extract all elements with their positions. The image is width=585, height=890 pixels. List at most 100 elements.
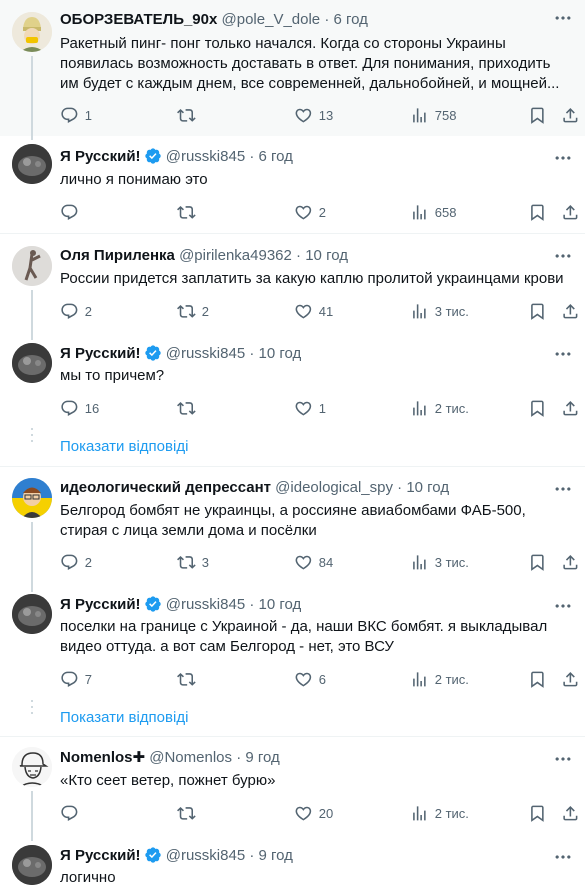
thread-dots [31,700,33,718]
views-button[interactable]: 2 тис. [410,398,469,418]
share-button[interactable] [561,552,580,572]
avatar-russki[interactable] [12,594,52,634]
like-button[interactable]: 41 [294,301,333,321]
avatar-image [12,747,52,787]
reply-button[interactable]: 7 [60,669,92,689]
avatar-russki[interactable] [12,144,52,184]
timestamp[interactable]: 6 год [334,11,368,28]
views-button[interactable]: 758 [410,105,456,125]
reply-button[interactable]: 1 [60,105,92,125]
user-handle[interactable]: @russki845 [166,148,245,165]
avatar-nomenlos[interactable] [12,747,52,787]
tweet-text: поселки на границе с Украиной - да, наши… [60,618,548,655]
retweet-button[interactable] [177,669,202,689]
user-handle[interactable]: @russki845 [166,847,245,864]
verified-badge-icon [144,344,162,362]
like-icon [294,203,313,222]
user-handle[interactable]: @russki845 [166,345,245,362]
reply-button[interactable]: 2 [60,552,92,572]
views-button[interactable]: 3 тис. [410,301,469,321]
show-replies-link[interactable]: Показати відповіді [60,437,188,457]
views-button[interactable]: 3 тис. [410,552,469,572]
views-button[interactable]: 2 тис. [410,803,469,823]
avatar-russki[interactable] [12,343,52,383]
avatar-pirilenka[interactable] [12,246,52,286]
share-button[interactable] [561,803,580,823]
user-handle[interactable]: @pole_V_dole [222,11,321,28]
user-handle[interactable]: @ideological_spy [275,479,393,496]
timestamp[interactable]: 10 год [259,345,302,362]
tweet-7-header: Я Русский! @russki845 · 9 год [60,846,293,866]
share-button[interactable] [561,301,580,321]
share-button[interactable] [561,398,580,418]
more-icon[interactable] [553,344,573,364]
more-icon[interactable] [553,8,573,28]
bookmark-button[interactable] [528,669,547,689]
bookmark-button[interactable] [528,202,547,222]
retweet-button[interactable]: 2 [177,301,209,321]
show-replies-link[interactable]: Показати відповіді [60,708,188,728]
avatar-ideological[interactable] [12,478,52,518]
more-icon[interactable] [553,749,573,769]
timestamp[interactable]: 10 год [406,479,449,496]
like-button[interactable]: 2 [294,202,326,222]
share-button[interactable] [561,669,580,689]
bookmark-button[interactable] [528,105,547,125]
like-button[interactable]: 84 [294,552,333,572]
display-name[interactable]: Я Русский! [60,148,141,165]
user-handle[interactable]: @pirilenka49362 [179,247,292,264]
user-handle[interactable]: @Nomenlos [149,749,232,766]
display-name[interactable]: Я Русский! [60,847,141,864]
display-name[interactable]: Nomenlos✚ [60,749,145,766]
like-button[interactable]: 6 [294,669,326,689]
avatar-russki[interactable] [12,845,52,885]
timestamp[interactable]: 10 год [305,247,348,264]
display-name[interactable]: Я Русский! [60,345,141,362]
reply-button[interactable] [60,803,85,823]
more-icon[interactable] [553,596,573,616]
bookmark-icon [528,553,547,572]
display-name[interactable]: Оля Пириленка [60,247,175,264]
avatar-image [12,144,52,184]
more-icon[interactable] [553,148,573,168]
timestamp[interactable]: 9 год [259,847,293,864]
reply-button[interactable]: 2 [60,301,92,321]
retweet-button[interactable] [177,202,202,222]
retweet-button[interactable] [177,803,202,823]
views-button[interactable]: 2 тис. [410,669,469,689]
divider [0,466,585,467]
like-button[interactable]: 13 [294,105,333,125]
reply-button[interactable]: 16 [60,398,99,418]
share-icon [561,203,580,222]
share-button[interactable] [561,202,580,222]
display-name[interactable]: идеологический депрессант [60,479,271,496]
timestamp[interactable]: 9 год [245,749,279,766]
retweet-button[interactable] [177,398,202,418]
retweet-button[interactable]: 3 [177,552,209,572]
reply-icon [60,670,79,689]
timestamp[interactable]: 6 год [259,148,293,165]
views-button[interactable]: 658 [410,202,456,222]
like-count: 1 [318,400,326,416]
user-handle[interactable]: @russki845 [166,596,245,613]
more-icon[interactable] [553,847,573,867]
bookmark-button[interactable] [528,398,547,418]
share-button[interactable] [561,105,580,125]
tweet-text: логично [60,869,116,886]
avatar-oborzevatel[interactable] [12,12,52,52]
bookmark-button[interactable] [528,301,547,321]
bookmark-icon [528,106,547,125]
avatar-image [12,246,52,286]
retweet-button[interactable] [177,105,202,125]
display-name[interactable]: ОБОРЗЕВАТЕЛЬ_90х [60,11,217,28]
reply-button[interactable] [60,202,85,222]
timestamp[interactable]: 10 год [259,596,302,613]
bookmark-button[interactable] [528,552,547,572]
display-name[interactable]: Я Русский! [60,596,141,613]
bookmark-button[interactable] [528,803,547,823]
retweet-icon [177,804,196,823]
more-icon[interactable] [553,479,573,499]
more-icon[interactable] [553,246,573,266]
like-button[interactable]: 20 [294,803,333,823]
like-button[interactable]: 1 [294,398,326,418]
